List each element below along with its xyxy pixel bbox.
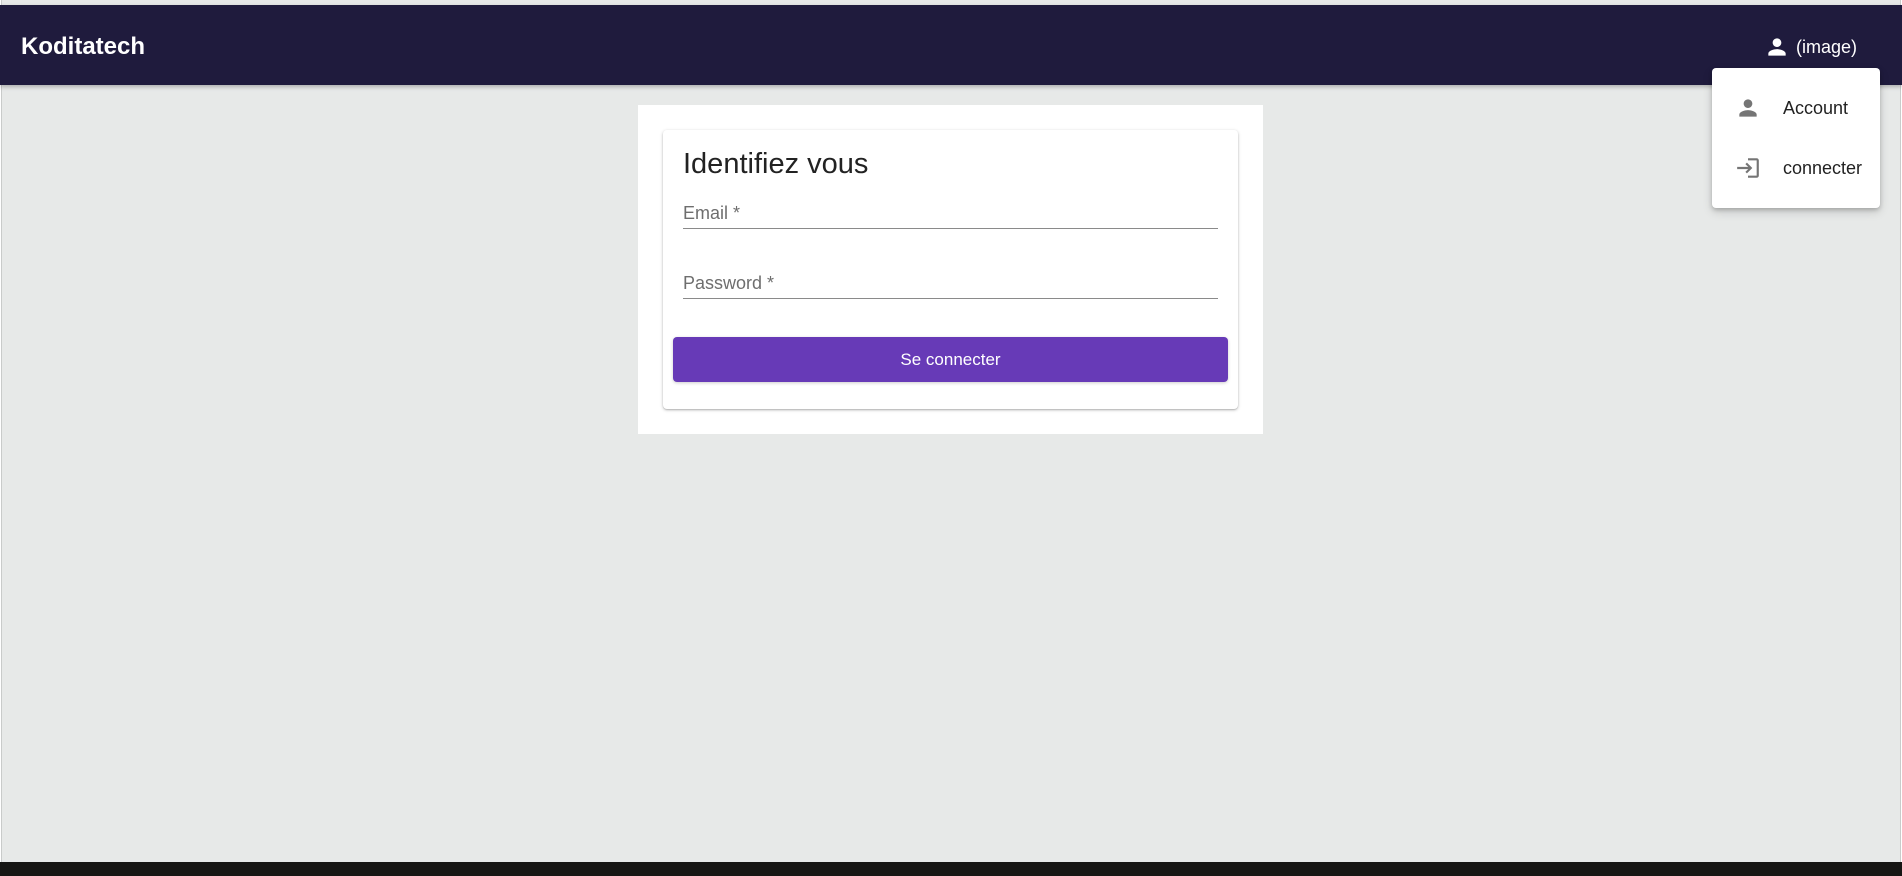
login-submit-button[interactable]: Se connecter <box>673 337 1228 382</box>
login-icon <box>1737 158 1759 178</box>
person-icon <box>1768 38 1786 56</box>
menu-item-connecter[interactable]: connecter <box>1712 138 1880 198</box>
login-title: Identifiez vous <box>683 148 869 180</box>
user-menu-button[interactable]: (image) <box>1764 32 1857 62</box>
user-menu-button-label: (image) <box>1796 36 1858 57</box>
brand-title[interactable]: Koditatech <box>21 33 145 61</box>
person-icon <box>1739 99 1757 117</box>
user-dropdown-menu: Account connecter <box>1712 68 1880 208</box>
password-field <box>683 268 1218 299</box>
email-field <box>683 198 1218 229</box>
bottom-edge <box>0 862 1902 876</box>
password-input[interactable] <box>683 268 1218 298</box>
menu-item-account[interactable]: Account <box>1712 78 1880 138</box>
menu-item-label: Account <box>1783 97 1849 118</box>
email-input[interactable] <box>683 198 1218 228</box>
top-toolbar: Koditatech (image) <box>0 5 1902 85</box>
menu-item-label: connecter <box>1783 157 1863 178</box>
login-card: Identifiez vous Se connecter <box>663 130 1238 409</box>
